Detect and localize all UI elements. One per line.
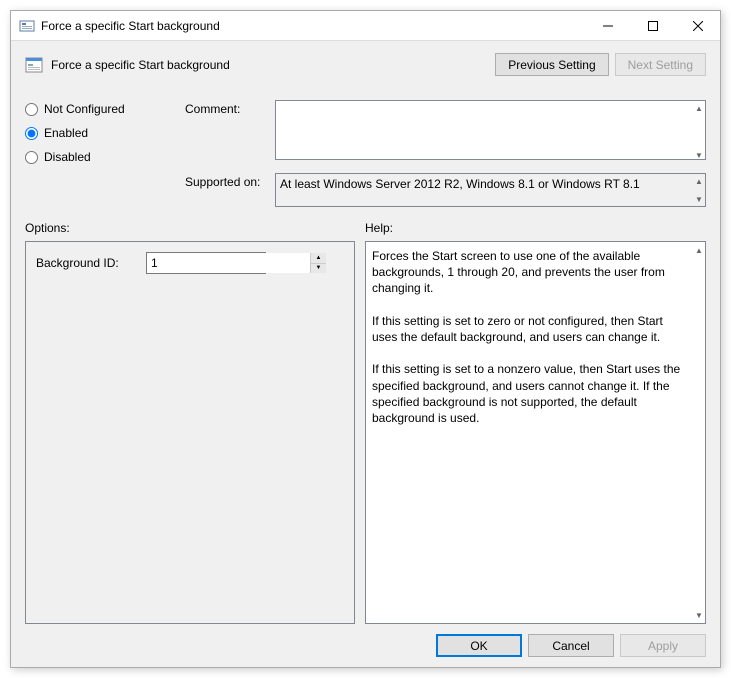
maximize-button[interactable]	[630, 11, 675, 40]
config-area: Not Configured Enabled Disabled Comment:…	[25, 100, 706, 207]
fields-column: Comment: ▲ ▼ Supported on: At least Wind…	[185, 100, 706, 207]
scroll-up-icon[interactable]: ▲	[693, 244, 705, 256]
radio-disabled-label: Disabled	[44, 150, 91, 164]
help-panel-wrap: Forces the Start screen to use one of th…	[365, 241, 706, 624]
background-id-label: Background ID:	[36, 256, 146, 270]
window-controls	[585, 11, 720, 40]
spinner-up-button[interactable]: ▲	[311, 253, 326, 263]
help-label: Help:	[365, 221, 706, 235]
comment-textarea[interactable]	[275, 100, 706, 160]
background-id-input[interactable]	[147, 253, 310, 273]
titlebar: Force a specific Start background	[11, 11, 720, 41]
radio-disabled[interactable]: Disabled	[25, 150, 185, 164]
policy-icon	[25, 56, 43, 74]
comment-label: Comment:	[185, 100, 275, 163]
dialog-window: Force a specific Start background	[10, 10, 721, 668]
scroll-up-icon[interactable]: ▲	[693, 102, 705, 114]
help-paragraph: If this setting is set to a nonzero valu…	[372, 361, 689, 426]
panels-row: Background ID: ▲ ▼ Forces the Start scre…	[25, 241, 706, 624]
scroll-down-icon[interactable]: ▼	[693, 193, 705, 205]
spinner-buttons: ▲ ▼	[310, 253, 326, 273]
radio-not-configured[interactable]: Not Configured	[25, 102, 185, 116]
radio-enabled-label: Enabled	[44, 126, 88, 140]
options-panel: Background ID: ▲ ▼	[25, 241, 355, 624]
close-button[interactable]	[675, 11, 720, 40]
state-radio-group: Not Configured Enabled Disabled	[25, 100, 185, 207]
supported-row: Supported on: At least Windows Server 20…	[185, 173, 706, 207]
comment-row: Comment: ▲ ▼	[185, 100, 706, 163]
supported-text: At least Windows Server 2012 R2, Windows…	[275, 173, 706, 207]
scroll-down-icon[interactable]: ▼	[693, 149, 705, 161]
help-textbox: Forces the Start screen to use one of th…	[365, 241, 706, 624]
policy-title: Force a specific Start background	[51, 58, 495, 72]
scroll-down-icon[interactable]: ▼	[693, 609, 705, 621]
radio-not-configured-input[interactable]	[25, 103, 38, 116]
background-id-spinner[interactable]: ▲ ▼	[146, 252, 266, 274]
scroll-up-icon[interactable]: ▲	[693, 175, 705, 187]
previous-setting-button[interactable]: Previous Setting	[495, 53, 608, 76]
spinner-down-button[interactable]: ▼	[311, 263, 326, 274]
radio-enabled[interactable]: Enabled	[25, 126, 185, 140]
cancel-button[interactable]: Cancel	[528, 634, 614, 657]
radio-disabled-input[interactable]	[25, 151, 38, 164]
options-label: Options:	[25, 221, 365, 235]
background-id-row: Background ID: ▲ ▼	[36, 252, 344, 274]
window-title: Force a specific Start background	[41, 19, 585, 33]
panel-labels: Options: Help:	[25, 221, 706, 235]
minimize-button[interactable]	[585, 11, 630, 40]
radio-not-configured-label: Not Configured	[44, 102, 125, 116]
dialog-body: Force a specific Start background Previo…	[11, 41, 720, 667]
gpedit-icon	[19, 18, 35, 34]
header-row: Force a specific Start background Previo…	[25, 53, 706, 76]
dialog-footer: OK Cancel Apply	[25, 624, 706, 657]
radio-enabled-input[interactable]	[25, 127, 38, 140]
help-paragraph: Forces the Start screen to use one of th…	[372, 248, 689, 297]
supported-label: Supported on:	[185, 173, 275, 207]
help-paragraph: If this setting is set to zero or not co…	[372, 313, 689, 345]
ok-button[interactable]: OK	[436, 634, 522, 657]
next-setting-button: Next Setting	[615, 53, 706, 76]
apply-button: Apply	[620, 634, 706, 657]
